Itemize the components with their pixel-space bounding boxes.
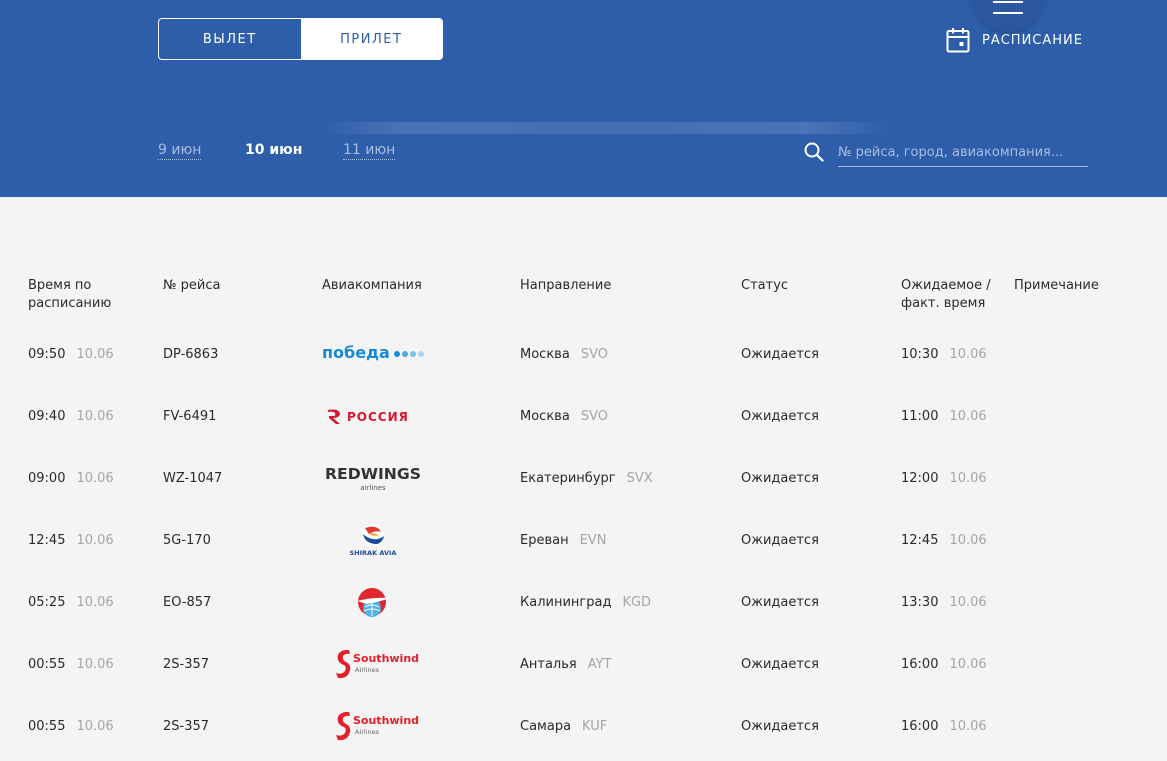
actual-date: 10.06 — [949, 408, 987, 424]
header-airline: Авиакомпания — [322, 278, 422, 293]
direction-toggle: ВЫЛЕТ ПРИЛЕТ — [158, 18, 443, 60]
header-note: Примечание — [1014, 278, 1099, 293]
logo-text: победа — [322, 343, 390, 362]
scheduled-date: 10.06 — [76, 532, 114, 548]
actual-time: 12:00 — [901, 470, 939, 486]
flight-number: EO-857 — [163, 594, 212, 610]
flight-status: Ожидается — [741, 656, 819, 672]
date-tab-prev[interactable]: 9 июн — [158, 142, 202, 160]
flight-status: Ожидается — [741, 408, 819, 424]
rossiya-logo: РОССИЯ — [322, 389, 424, 443]
airport-code: SVO — [580, 408, 608, 424]
logo-text: REDWINGS — [325, 465, 421, 483]
airport-code: EVN — [579, 532, 607, 548]
airport-code: KGD — [622, 594, 652, 610]
actual-time: 13:30 — [901, 594, 939, 610]
calendar-icon — [946, 28, 970, 53]
header-flight-number: № рейса — [163, 278, 221, 293]
scheduled-time: 09:00 — [28, 470, 66, 486]
scheduled-time: 09:50 — [28, 346, 66, 362]
date-tab-next[interactable]: 11 июн — [343, 142, 396, 160]
search-icon[interactable] — [804, 142, 824, 162]
header-actual-time: Ожидаемое / факт. время — [901, 278, 991, 311]
actual-date: 10.06 — [949, 594, 987, 610]
city-name: Москва — [520, 408, 570, 424]
scheduled-date: 10.06 — [76, 594, 114, 610]
logo-text: Southwind — [353, 652, 419, 665]
redwings-logo: REDWINGS airlines — [322, 451, 424, 505]
actual-time: 12:45 — [901, 532, 939, 548]
city-name: Ереван — [520, 532, 569, 548]
actual-date: 10.06 — [949, 718, 987, 734]
actual-time: 16:00 — [901, 718, 939, 734]
scheduled-date: 10.06 — [76, 718, 114, 734]
scheduled-date: 10.06 — [76, 408, 114, 424]
pegas-logo — [322, 575, 424, 629]
pobeda-logo: победа — [322, 327, 424, 381]
airport-code: KUF — [582, 718, 608, 734]
logo-subtext: Airlines — [355, 666, 380, 674]
scheduled-time: 00:55 — [28, 718, 66, 734]
flight-number: 2S-357 — [163, 656, 210, 672]
actual-date: 10.06 — [949, 346, 987, 362]
scheduled-date: 10.06 — [76, 656, 114, 672]
logo-text: РОССИЯ — [347, 410, 409, 424]
city-name: Екатеринбург — [520, 470, 616, 486]
actual-time: 16:00 — [901, 656, 939, 672]
city-name: Анталья — [520, 656, 577, 672]
logo-subtext: airlines — [360, 484, 386, 492]
airport-code: AYT — [587, 656, 612, 672]
scheduled-date: 10.06 — [76, 470, 114, 486]
tab-arrivals[interactable]: ПРИЛЕТ — [300, 19, 442, 59]
scheduled-time: 09:40 — [28, 408, 66, 424]
actual-time: 11:00 — [901, 408, 939, 424]
logo-subtext: Airlines — [355, 728, 380, 736]
table-row[interactable]: 09:50 10.06 DP-6863 победа Москва SVO Ожид… — [0, 323, 1167, 385]
shirak-avia-logo: SHIRAK AVIA — [322, 513, 424, 567]
header-scheduled-time: Время по расписанию — [28, 278, 112, 311]
flight-number: WZ-1047 — [163, 470, 223, 486]
table-row[interactable]: 00:55 10.06 2S-357 Southwind Airlines Сам… — [0, 695, 1167, 757]
logo-text: Southwind — [353, 714, 419, 727]
schedule-label: РАСПИСАНИЕ — [982, 32, 1083, 48]
logo-text: SHIRAK AVIA — [350, 549, 397, 557]
table-row[interactable]: 00:55 10.06 2S-357 Southwind Airlines Ант… — [0, 633, 1167, 695]
scheduled-time: 00:55 — [28, 656, 66, 672]
flight-status: Ожидается — [741, 346, 819, 362]
southwind-logo: Southwind Airlines — [322, 637, 424, 691]
table-row[interactable]: 05:25 10.06 EO-857 Калининград KGD Ожидает… — [0, 571, 1167, 633]
flight-number: DP-6863 — [163, 346, 219, 362]
header-status: Статус — [741, 278, 789, 293]
scheduled-date: 10.06 — [76, 346, 114, 362]
table-row[interactable]: 09:00 10.06 WZ-1047 REDWINGS airlines Ека… — [0, 447, 1167, 509]
search-input[interactable] — [838, 142, 1088, 167]
city-name: Самара — [520, 718, 572, 734]
table-row[interactable]: 12:45 10.06 5G-170 SHIRAK AVIA Ереван EVN … — [0, 509, 1167, 571]
actual-time: 10:30 — [901, 346, 939, 362]
flight-status: Ожидается — [741, 594, 819, 610]
header-direction: Направление — [520, 278, 612, 293]
header-bar: ВЫЛЕТ ПРИЛЕТ РАСПИСАНИЕ 9 июн 10 июн 11 … — [0, 0, 1167, 197]
decorative-strip — [320, 122, 890, 134]
flight-status: Ожидается — [741, 718, 819, 734]
actual-date: 10.06 — [949, 656, 987, 672]
scheduled-time: 12:45 — [28, 532, 66, 548]
southwind-logo: Southwind Airlines — [322, 699, 424, 753]
flight-status: Ожидается — [741, 470, 819, 486]
actual-date: 10.06 — [949, 470, 987, 486]
airport-code: SVO — [580, 346, 608, 362]
tab-departures[interactable]: ВЫЛЕТ — [159, 19, 301, 59]
flight-number: FV-6491 — [163, 408, 217, 424]
scheduled-time: 05:25 — [28, 594, 66, 610]
table-row[interactable]: 09:40 10.06 FV-6491 РОССИЯ Москва SVO Ожид… — [0, 385, 1167, 447]
city-name: Москва — [520, 346, 570, 362]
city-name: Калининград — [520, 594, 612, 610]
flight-number: 2S-357 — [163, 718, 210, 734]
flight-status: Ожидается — [741, 532, 819, 548]
flight-number: 5G-170 — [163, 532, 211, 548]
airport-code: SVX — [626, 470, 653, 486]
date-tab-current[interactable]: 10 июн — [245, 142, 302, 158]
actual-date: 10.06 — [949, 532, 987, 548]
